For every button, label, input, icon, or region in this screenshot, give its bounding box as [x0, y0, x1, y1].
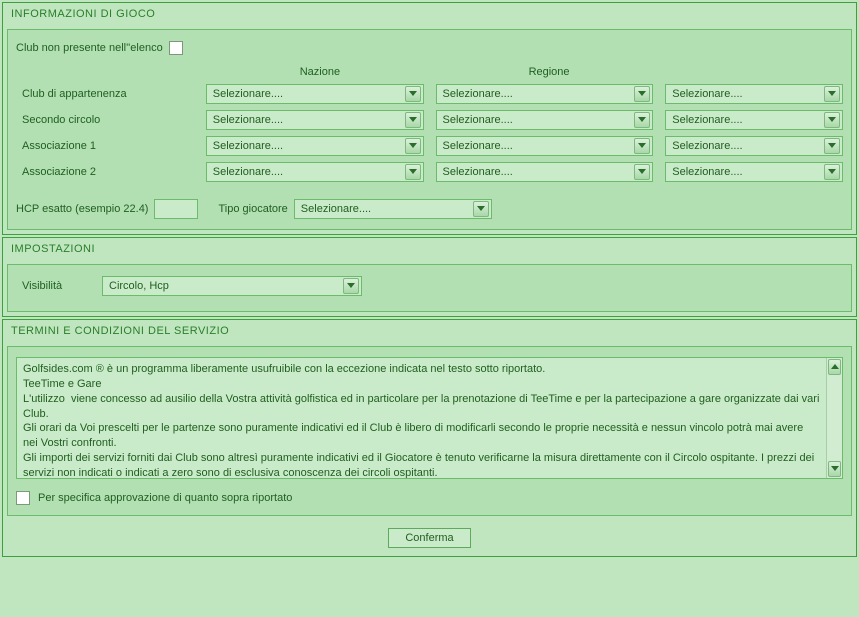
scroll-down-icon[interactable]: [828, 461, 841, 477]
player-type-label: Tipo giocatore: [218, 203, 287, 215]
player-type-select[interactable]: Selezionare....: [294, 199, 492, 219]
chevron-down-icon: [343, 278, 359, 294]
approve-row: Per specifica approvazione di quanto sop…: [16, 491, 843, 505]
approve-label: Per specifica approvazione di quanto sop…: [38, 492, 292, 504]
terms-body: Golfsides.com ® è un programma liberamen…: [7, 346, 852, 516]
club-not-listed-label: Club non presente nell''elenco: [16, 42, 163, 54]
settings-body: Visibilità Circolo, Hcp: [7, 264, 852, 312]
chevron-down-icon: [634, 164, 650, 180]
scroll-up-icon[interactable]: [828, 359, 841, 375]
header-nazione: Nazione: [205, 66, 434, 78]
visibility-select[interactable]: Circolo, Hcp: [102, 276, 362, 296]
assoc1-club-select[interactable]: Selezionare....: [665, 136, 843, 156]
game-info-section: INFORMAZIONI DI GIOCO Club non presente …: [2, 2, 857, 235]
hcp-input[interactable]: [154, 199, 198, 219]
chevron-down-icon: [405, 164, 421, 180]
assoc2-regione-select[interactable]: Selezionare....: [436, 162, 654, 182]
hcp-row: HCP esatto (esempio 22.4) Tipo giocatore…: [16, 199, 843, 219]
club-not-listed-row: Club non presente nell''elenco: [16, 40, 843, 56]
label-secondo: Secondo circolo: [16, 114, 206, 126]
visibility-row: Visibilità Circolo, Hcp: [16, 275, 843, 297]
terms-text: Golfsides.com ® è un programma liberamen…: [17, 358, 826, 478]
chevron-down-icon: [824, 164, 840, 180]
terms-section: TERMINI E CONDIZIONI DEL SERVIZIO Golfsi…: [2, 319, 857, 557]
terms-title: TERMINI E CONDIZIONI DEL SERVIZIO: [3, 320, 856, 342]
approve-checkbox[interactable]: [16, 491, 30, 505]
assoc1-regione-select[interactable]: Selezionare....: [436, 136, 654, 156]
chevron-down-icon: [634, 112, 650, 128]
confirm-button[interactable]: Conferma: [388, 528, 470, 548]
row-secondo: Secondo circolo Selezionare.... Selezion…: [16, 107, 843, 133]
chevron-down-icon: [824, 86, 840, 102]
row-club: Club di appartenenza Selezionare.... Sel…: [16, 81, 843, 107]
row-assoc2: Associazione 2 Selezionare.... Seleziona…: [16, 159, 843, 185]
visibility-label: Visibilità: [16, 280, 102, 292]
header-regione: Regione: [434, 66, 663, 78]
chevron-down-icon: [405, 112, 421, 128]
assoc2-nazione-select[interactable]: Selezionare....: [206, 162, 424, 182]
confirm-area: Conferma: [3, 520, 856, 556]
chevron-down-icon: [824, 138, 840, 154]
chevron-down-icon: [824, 112, 840, 128]
chevron-down-icon: [405, 86, 421, 102]
assoc2-club-select[interactable]: Selezionare....: [665, 162, 843, 182]
chevron-down-icon: [634, 86, 650, 102]
club-regione-select[interactable]: Selezionare....: [436, 84, 654, 104]
secondo-regione-select[interactable]: Selezionare....: [436, 110, 654, 130]
settings-section: IMPOSTAZIONI Visibilità Circolo, Hcp: [2, 237, 857, 317]
terms-scrollbar[interactable]: [826, 358, 842, 478]
settings-title: IMPOSTAZIONI: [3, 238, 856, 260]
chevron-down-icon: [405, 138, 421, 154]
game-info-title: INFORMAZIONI DI GIOCO: [3, 3, 856, 25]
terms-textarea[interactable]: Golfsides.com ® è un programma liberamen…: [16, 357, 843, 479]
row-assoc1: Associazione 1 Selezionare.... Seleziona…: [16, 133, 843, 159]
assoc1-nazione-select[interactable]: Selezionare....: [206, 136, 424, 156]
game-info-body: Club non presente nell''elenco Nazione R…: [7, 29, 852, 230]
label-club: Club di appartenenza: [16, 88, 206, 100]
club-nazione-select[interactable]: Selezionare....: [206, 84, 424, 104]
secondo-nazione-select[interactable]: Selezionare....: [206, 110, 424, 130]
label-assoc2: Associazione 2: [16, 166, 206, 178]
chevron-down-icon: [634, 138, 650, 154]
secondo-club-select[interactable]: Selezionare....: [665, 110, 843, 130]
grid-header: Nazione Regione: [16, 66, 843, 78]
club-club-select[interactable]: Selezionare....: [665, 84, 843, 104]
chevron-down-icon: [473, 201, 489, 217]
hcp-label: HCP esatto (esempio 22.4): [16, 203, 148, 215]
club-not-listed-checkbox[interactable]: [169, 41, 183, 55]
label-assoc1: Associazione 1: [16, 140, 206, 152]
